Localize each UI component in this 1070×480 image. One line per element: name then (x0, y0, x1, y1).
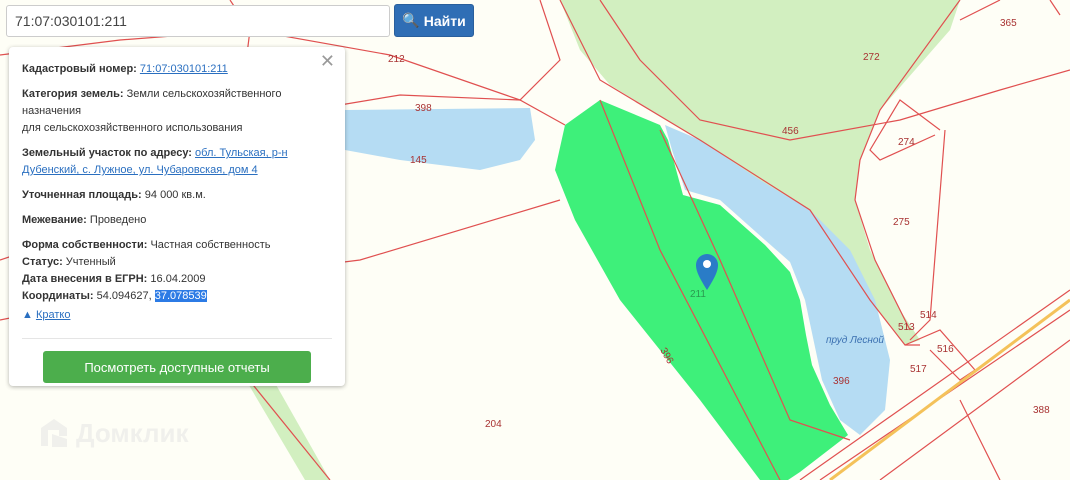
survey-value: Проведено (89, 214, 147, 226)
ownership-label: Форма собственности: (22, 239, 148, 251)
parcel-label: 212 (388, 54, 405, 65)
parcel-label: 398 (415, 103, 432, 114)
search-button[interactable]: 🔍 Найти (394, 4, 474, 37)
parcel-label: 211 (690, 289, 706, 300)
parcel-label: 204 (485, 419, 502, 430)
view-reports-button[interactable]: Посмотреть доступные отчеты (43, 351, 311, 383)
cadastral-number-link[interactable]: 71:07:030101:211 (140, 63, 228, 75)
parcel-label: 365 (1000, 18, 1017, 29)
parcel-label: 388 (1033, 405, 1050, 416)
ownership-value: Частная собственность (150, 239, 271, 251)
cadastral-label: Кадастровый номер: (22, 63, 137, 75)
domclick-watermark: Домклик (38, 416, 188, 450)
cadastral-search-input[interactable] (6, 5, 390, 37)
parcel-label: 272 (863, 52, 880, 63)
caret-up-icon: ▲ (22, 309, 33, 321)
coords-label: Координаты: (22, 290, 94, 302)
parcel-label: 145 (410, 155, 427, 166)
date-value: 16.04.2009 (150, 273, 206, 285)
status-label: Статус: (22, 256, 63, 268)
brief-toggle[interactable]: ▲ Кратко (22, 307, 332, 324)
parcel-label: 514 (920, 310, 937, 321)
pond-left (345, 108, 535, 170)
category-use: для сельскохозяйственного использования (22, 122, 243, 134)
area-label: Уточненная площадь: (22, 189, 142, 201)
parcel-label: 516 (937, 344, 954, 355)
parcel-label: 513 (898, 322, 915, 333)
parcel-label: 517 (910, 364, 927, 375)
brief-link[interactable]: Кратко (36, 309, 71, 321)
pond-label: пруд Лесной (826, 335, 884, 346)
close-icon[interactable]: ✕ (320, 52, 335, 70)
domclick-logo-icon (41, 419, 67, 447)
address-label: Земельный участок по адресу: (22, 147, 192, 159)
parcel-info-panel: ✕ Кадастровый номер: 71:07:030101:211 Ка… (9, 47, 345, 386)
divider (22, 338, 332, 339)
parcel-label: 456 (782, 126, 799, 137)
survey-label: Межевание: (22, 214, 87, 226)
area-value: 94 000 кв.м. (144, 189, 206, 201)
latitude-value: 54.094627, (96, 290, 152, 302)
parcel-label: 275 (893, 217, 910, 228)
status-value: Учтенный (65, 256, 116, 268)
search-button-label: Найти (423, 12, 466, 29)
parcel-label: 274 (898, 137, 915, 148)
date-label: Дата внесения в ЕГРН: (22, 273, 148, 285)
longitude-value: 37.078539 (154, 290, 207, 302)
watermark-text: Домклик (76, 417, 189, 448)
category-label: Категория земель: (22, 88, 124, 100)
search-icon: 🔍 (402, 12, 420, 28)
parcel-label: 396 (833, 376, 850, 387)
